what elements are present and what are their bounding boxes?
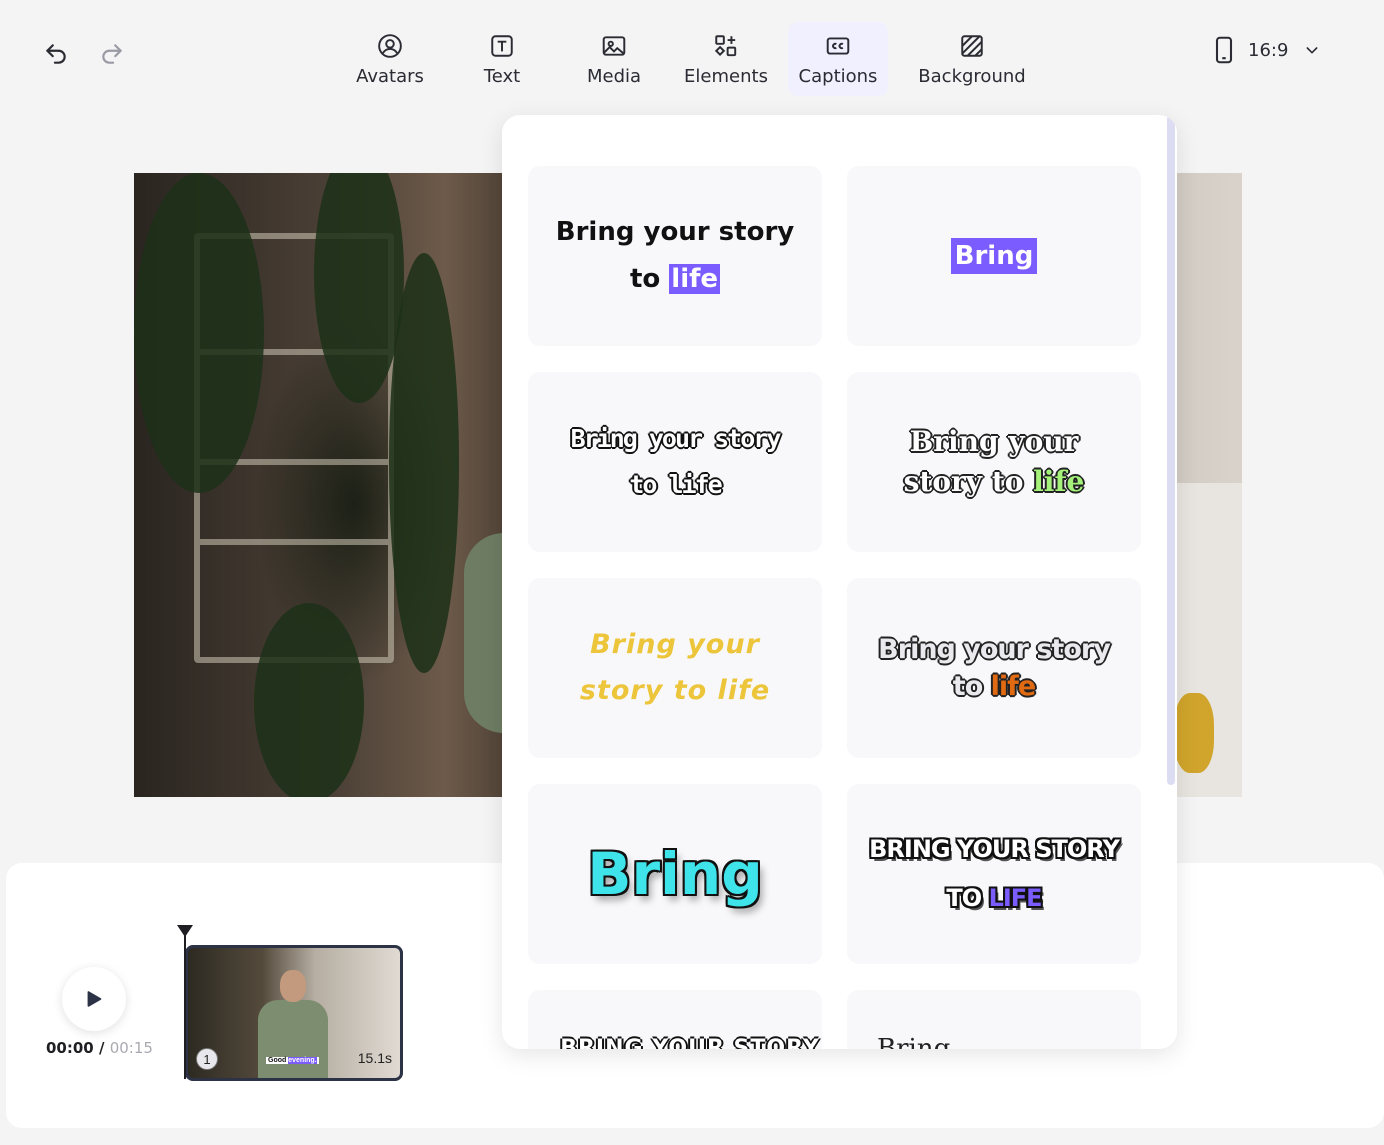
- caption-style-preview: Bring your story to life: [555, 217, 795, 294]
- text-icon: [488, 32, 516, 60]
- caption-style-card[interactable]: Bring your story to life: [528, 166, 822, 346]
- panel-scrollbar-thumb[interactable]: [1167, 115, 1175, 785]
- playhead[interactable]: [184, 927, 186, 1079]
- caption-style-card[interactable]: Bring: [847, 166, 1141, 346]
- phone-icon: [1215, 36, 1233, 64]
- caption-style-preview: Bring: [877, 1034, 951, 1049]
- timeline-clip[interactable]: 1 Good evening. 15.1s: [185, 945, 403, 1081]
- caption-style-card[interactable]: Bring: [528, 784, 822, 964]
- yellow-pillow: [1174, 693, 1214, 773]
- elements-icon: [712, 32, 740, 60]
- time-display: 00:00 / 00:15: [46, 1039, 153, 1057]
- aspect-ratio-label: 16:9: [1248, 39, 1289, 61]
- caption-style-card[interactable]: Bring your story to life: [847, 372, 1141, 552]
- nav-media[interactable]: Media: [564, 22, 664, 96]
- media-icon: [600, 32, 628, 60]
- caption-style-card[interactable]: Bring your story to: [528, 990, 822, 1049]
- redo-icon: [102, 44, 122, 64]
- redo-button[interactable]: [96, 38, 128, 70]
- clip-index-badge: 1: [196, 1048, 218, 1070]
- caption-style-preview: Bring: [950, 238, 1038, 274]
- avatar-icon: [376, 32, 404, 60]
- nav-avatars-label: Avatars: [356, 65, 424, 87]
- clip-duration: 15.1s: [357, 1050, 392, 1066]
- play-icon: [87, 991, 102, 1007]
- clip-caption-preview: Good evening.: [266, 1057, 319, 1064]
- main-nav: Avatars Text Media Elements Captions Bac…: [340, 22, 1056, 96]
- time-separator: /: [93, 1039, 110, 1057]
- captions-icon: [824, 32, 852, 60]
- clip-caption-highlight: evening.: [288, 1057, 317, 1064]
- play-button[interactable]: [62, 967, 126, 1031]
- undo-button[interactable]: [40, 38, 72, 70]
- nav-text[interactable]: Text: [440, 22, 564, 96]
- caption-style-preview: Bring your story to life: [869, 835, 1120, 912]
- chevron-down-icon: [1306, 47, 1318, 54]
- aspect-ratio-select[interactable]: 16:9: [1214, 36, 1320, 64]
- top-toolbar: Avatars Text Media Elements Captions Bac…: [0, 0, 1384, 110]
- caption-style-card[interactable]: Bring your story to life: [528, 578, 822, 758]
- playhead-handle[interactable]: [177, 925, 193, 937]
- background-icon: [958, 32, 986, 60]
- nav-text-label: Text: [483, 65, 521, 87]
- nav-media-label: Media: [586, 65, 642, 87]
- current-time: 00:00: [46, 1039, 94, 1057]
- nav-background-label: Background: [918, 65, 1026, 87]
- undo-icon: [46, 44, 66, 64]
- nav-avatars[interactable]: Avatars: [340, 22, 440, 96]
- caption-style-card[interactable]: Bring your story to life: [847, 784, 1141, 964]
- total-time: 00:15: [109, 1039, 153, 1057]
- clip-caption-word: Good: [268, 1057, 287, 1064]
- captions-panel: Bring your story to life Bring Bring you…: [502, 115, 1177, 1049]
- caption-style-card[interactable]: Bring your story to life: [528, 372, 822, 552]
- caption-style-preview: Bring: [587, 840, 763, 908]
- caption-style-card[interactable]: Bring your story to life: [847, 578, 1141, 758]
- caption-style-preview: Bring your story to: [560, 1036, 820, 1049]
- nav-elements[interactable]: Elements: [664, 22, 788, 96]
- nav-captions[interactable]: Captions: [788, 22, 888, 96]
- nav-background[interactable]: Background: [888, 22, 1056, 96]
- caption-style-preview: Bring your story to life: [878, 634, 1111, 702]
- nav-elements-label: Elements: [684, 65, 768, 87]
- caption-style-preview: Bring your story to life: [570, 424, 782, 499]
- nav-captions-label: Captions: [798, 65, 878, 87]
- caption-style-preview: Bring your story to life: [579, 629, 771, 706]
- caption-style-card[interactable]: Bring: [847, 990, 1141, 1049]
- caption-style-preview: Bring your story to life: [903, 425, 1085, 498]
